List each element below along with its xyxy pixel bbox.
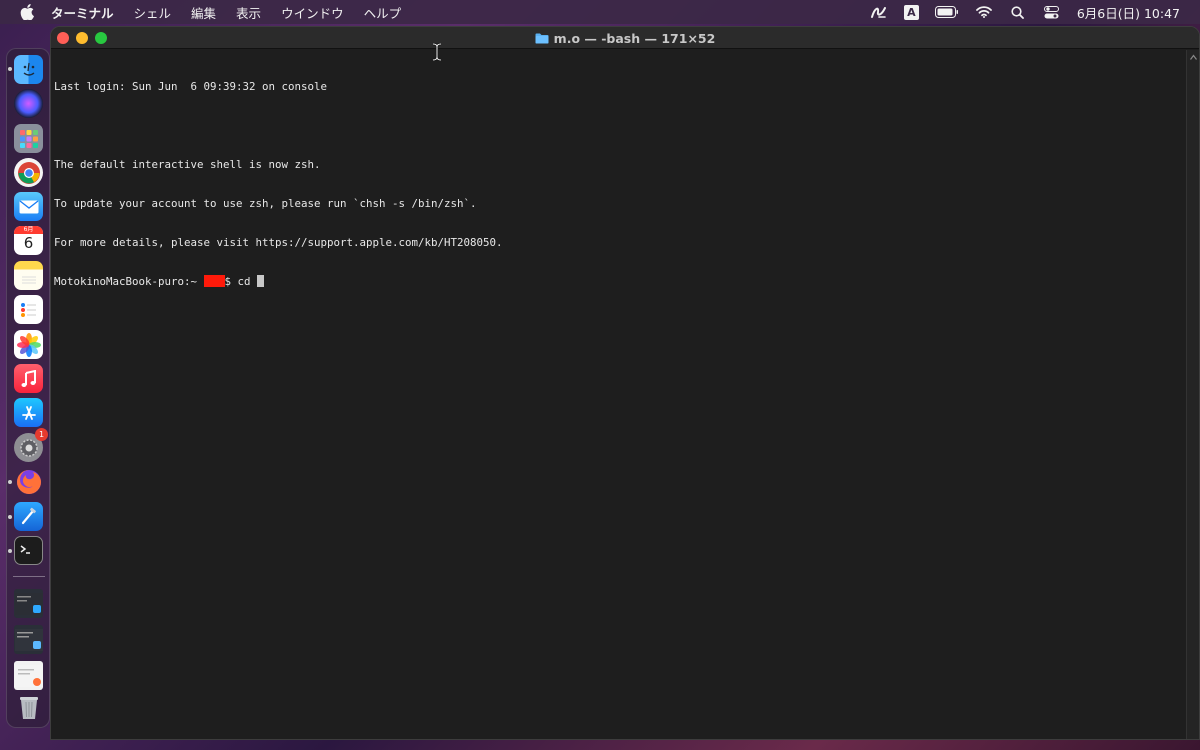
running-indicator: [8, 515, 12, 519]
terminal-line: To update your account to use zsh, pleas…: [54, 197, 477, 210]
prompt-host: MotokinoMacBook-puro:~: [54, 275, 204, 288]
input-source-icon[interactable]: A: [903, 4, 919, 20]
minimized-window-thumbnail[interactable]: [14, 625, 43, 654]
command-input[interactable]: cd: [238, 275, 258, 288]
chrome-icon[interactable]: [14, 158, 43, 187]
terminal-line: Last login: Sun Jun 6 09:39:32 on consol…: [54, 80, 328, 93]
siri-icon[interactable]: [14, 89, 43, 118]
launchpad-icon[interactable]: [14, 124, 43, 153]
mail-icon[interactable]: [14, 192, 43, 221]
window-title: m.o — -bash — 171×52: [553, 30, 716, 46]
battery-icon[interactable]: [934, 4, 959, 20]
spotlight-icon[interactable]: [1009, 4, 1027, 20]
menu-edit[interactable]: 編集: [191, 3, 216, 22]
system-preferences-icon[interactable]: 1: [14, 428, 48, 462]
menu-bar: ターミナル シェル 編集 表示 ウインドウ ヘルプ A 6月6日(日) 10:4…: [0, 0, 1200, 24]
app-store-icon[interactable]: [14, 398, 43, 427]
calendar-day: 6: [23, 234, 34, 252]
minimize-button[interactable]: [76, 31, 88, 44]
xcode-icon[interactable]: [14, 502, 43, 531]
script-icon[interactable]: [870, 4, 888, 20]
terminal-line: For more details, please visit https://s…: [54, 236, 503, 249]
control-center-icon[interactable]: [1043, 4, 1061, 20]
scrollbar[interactable]: [1186, 50, 1199, 739]
window-title-group: m.o — -bash — 171×52: [51, 27, 1199, 49]
menu-shell[interactable]: シェル: [134, 3, 172, 22]
terminal-icon[interactable]: [14, 536, 43, 565]
running-indicator: [8, 549, 12, 553]
calendar-icon[interactable]: 6月 6: [14, 226, 43, 255]
redacted-username: [203, 275, 225, 287]
running-indicator: [8, 480, 12, 484]
zoom-button[interactable]: [95, 31, 107, 44]
menu-app-name[interactable]: ターミナル: [51, 3, 114, 22]
title-bar[interactable]: m.o — -bash — 171×52: [51, 27, 1199, 49]
menubar-clock[interactable]: 6月6日(日) 10:47: [1077, 3, 1180, 22]
scroll-up-icon[interactable]: [1190, 54, 1197, 61]
calendar-month: 6月: [14, 226, 43, 234]
terminal-line: The default interactive shell is now zsh…: [54, 158, 321, 171]
wifi-icon[interactable]: [975, 4, 993, 20]
photos-icon[interactable]: [14, 330, 43, 359]
window-controls: [57, 31, 114, 44]
terminal-output[interactable]: Last login: Sun Jun 6 09:39:32 on consol…: [51, 50, 1186, 739]
text-cursor: [257, 275, 265, 287]
menu-view[interactable]: 表示: [236, 3, 261, 22]
music-icon[interactable]: [14, 364, 43, 393]
prompt-line[interactable]: MotokinoMacBook-puro:~ $ cd: [54, 275, 1186, 288]
finder-icon[interactable]: [14, 55, 43, 84]
dock-separator: [13, 576, 45, 577]
reminders-icon[interactable]: [14, 295, 43, 324]
prompt-symbol: $: [224, 275, 238, 288]
minimized-window-thumbnail[interactable]: [14, 589, 43, 618]
menu-help[interactable]: ヘルプ: [364, 3, 402, 22]
notification-badge: 1: [35, 428, 48, 441]
dock: 6月 6 1: [6, 48, 50, 728]
notes-icon[interactable]: [14, 261, 43, 290]
trash-icon[interactable]: [14, 692, 43, 721]
folder-icon: [535, 33, 549, 44]
close-button[interactable]: [57, 31, 69, 44]
apple-icon[interactable]: [17, 2, 37, 22]
running-indicator: [8, 67, 12, 71]
menu-window[interactable]: ウインドウ: [281, 3, 344, 22]
firefox-icon[interactable]: [14, 467, 43, 496]
minimized-window-thumbnail[interactable]: [14, 661, 43, 690]
terminal-window: m.o — -bash — 171×52 Last login: Sun Jun…: [50, 26, 1200, 740]
